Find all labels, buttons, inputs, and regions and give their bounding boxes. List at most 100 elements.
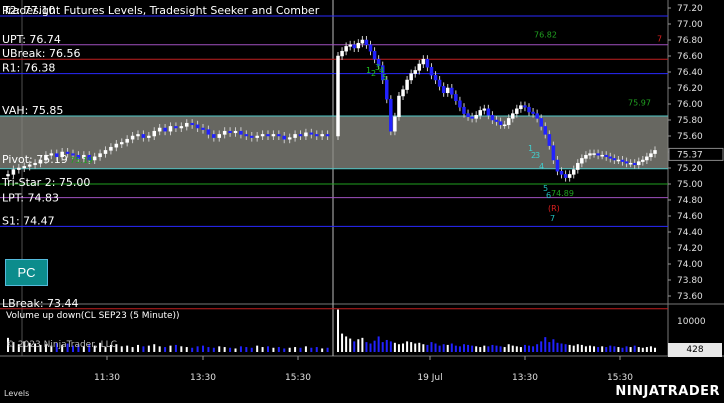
candle	[632, 162, 637, 166]
volume-bar	[223, 347, 226, 352]
volume-bar	[560, 343, 563, 352]
volume-bar	[191, 347, 194, 352]
candle	[576, 162, 580, 170]
seeker-count: 3	[535, 151, 540, 160]
candle	[168, 126, 173, 132]
volume-bar	[479, 347, 482, 352]
volume-bar	[245, 347, 248, 352]
candle	[228, 130, 232, 134]
candle	[559, 170, 564, 175]
volume-bar	[458, 346, 461, 352]
candle	[535, 113, 539, 119]
volume-bar	[528, 345, 531, 352]
candle	[360, 39, 365, 44]
candle	[147, 135, 151, 138]
level-label: S1: 74.47	[2, 214, 55, 227]
candle	[298, 134, 303, 137]
candle	[157, 127, 162, 132]
volume-bar	[321, 348, 324, 352]
volume-bar	[536, 344, 539, 352]
candle	[523, 105, 527, 108]
candle	[352, 44, 357, 49]
volume-bar	[283, 348, 286, 352]
candle	[27, 164, 32, 167]
value-area-rect	[0, 116, 668, 169]
candle	[409, 73, 413, 81]
candle	[114, 143, 119, 148]
volume-bar	[153, 344, 156, 352]
candle	[584, 154, 588, 159]
volume-bar	[414, 343, 417, 352]
candle	[309, 132, 314, 135]
volume-bar	[625, 346, 628, 352]
volume-bar	[552, 339, 555, 352]
ytick-label: 77.00	[677, 20, 703, 30]
ytick-label: 74.60	[677, 212, 703, 222]
volume-bar	[584, 346, 587, 352]
volume-bar	[654, 347, 656, 352]
candle	[130, 135, 135, 140]
volume-bar	[519, 347, 522, 352]
candle	[515, 108, 519, 114]
candle	[543, 126, 548, 135]
xtick-label: 13:30	[190, 373, 216, 383]
candle	[547, 134, 552, 146]
ytick-label: 75.60	[677, 132, 703, 142]
volume-bar	[483, 345, 486, 352]
candle	[624, 161, 629, 164]
volume-bar	[471, 345, 474, 352]
volume-bar	[361, 337, 364, 352]
volume-bar	[393, 342, 396, 352]
candle	[502, 124, 507, 127]
chart-tab-levels[interactable]: Levels	[4, 389, 29, 398]
volume-bar	[288, 347, 291, 352]
candle	[604, 154, 608, 158]
candle	[60, 151, 64, 158]
candle	[592, 153, 596, 155]
volume-bar	[507, 344, 510, 352]
volume-panel-title: Volume up down(CL SEP23 (5 Minute))	[6, 311, 180, 321]
candle	[109, 146, 113, 151]
candle	[393, 116, 397, 132]
candle	[397, 95, 401, 118]
volume-bar	[218, 346, 221, 352]
candle	[212, 134, 216, 138]
candle	[244, 134, 249, 137]
candle	[98, 153, 102, 158]
candle	[474, 114, 478, 119]
candle	[450, 87, 454, 95]
candle	[304, 132, 308, 137]
candle	[596, 153, 600, 156]
xtick-label: 11:30	[94, 373, 120, 383]
candle	[494, 119, 499, 122]
candle	[136, 134, 140, 137]
candle	[364, 39, 369, 46]
volume-bar	[185, 347, 188, 352]
volume-bar	[613, 346, 616, 352]
level-label: UPT: 76.74	[2, 33, 61, 46]
ytick-label: 76.80	[677, 36, 703, 46]
candle	[239, 130, 243, 135]
candle	[125, 138, 129, 143]
volume-bar	[126, 345, 129, 352]
candle	[571, 169, 576, 175]
candle	[470, 116, 474, 119]
volume-bar	[365, 342, 368, 352]
candle	[567, 174, 572, 178]
xtick-label: 19 Jul	[417, 373, 442, 383]
volume-bar	[450, 343, 453, 352]
volume-bar	[180, 346, 183, 352]
candle	[429, 66, 434, 76]
volume-bar	[272, 347, 275, 352]
candle	[600, 154, 604, 157]
volume-bar	[341, 333, 344, 352]
candle	[17, 167, 21, 170]
volume-bar	[422, 344, 425, 352]
seeker-count: 5	[382, 73, 387, 82]
ytick-label: 77.20	[677, 4, 703, 14]
volume-bar	[540, 341, 543, 352]
pc-button[interactable]: PC	[5, 259, 48, 286]
ytick-label: 76.40	[677, 68, 703, 78]
volume-bar	[158, 346, 161, 352]
xtick-label: 13:30	[512, 373, 538, 383]
